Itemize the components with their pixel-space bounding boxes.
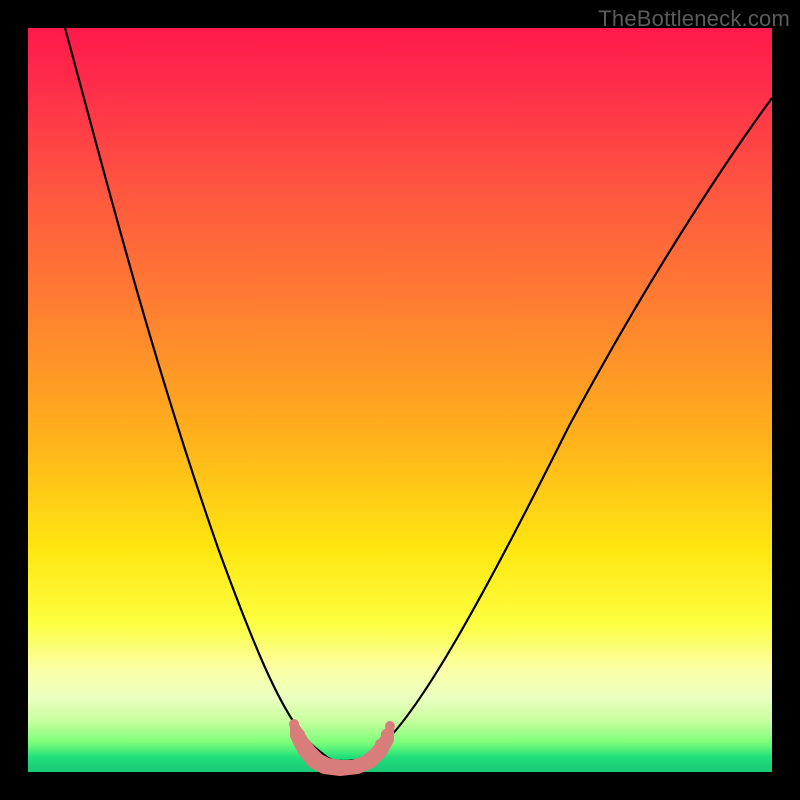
- curve-path: [65, 28, 772, 761]
- chart-frame: TheBottleneck.com: [0, 0, 800, 800]
- plot-area: [28, 28, 772, 772]
- bottleneck-curve: [28, 28, 772, 772]
- watermark-text: TheBottleneck.com: [598, 6, 790, 32]
